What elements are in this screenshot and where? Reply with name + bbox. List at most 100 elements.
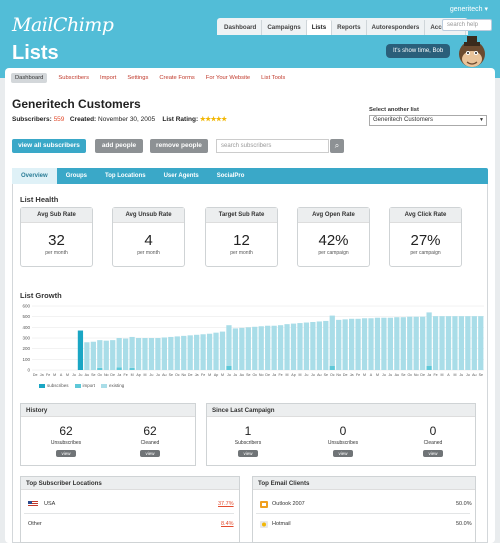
history-cleaned-value: 62 [143, 424, 157, 438]
list-health-title: List Health [20, 195, 59, 204]
x-tick-label: No [104, 373, 109, 377]
location-row-pct[interactable]: 37.7% [218, 501, 234, 507]
list-select[interactable]: Generitech Customers ▼ [369, 115, 487, 126]
bar-existing [336, 319, 342, 370]
nav-item-campaigns[interactable]: Campaigns [262, 20, 307, 35]
x-tick-label: Ju [234, 373, 238, 377]
bar-existing [458, 316, 465, 370]
bar-existing [381, 317, 387, 370]
legend-label: subscribes [47, 383, 69, 388]
rating-stars: ★★★★★ [199, 116, 227, 123]
legend-swatch [101, 383, 108, 388]
bar-existing [471, 316, 477, 370]
x-tick-label: M [53, 373, 56, 377]
chevron-down-icon: ▼ [479, 117, 484, 123]
nav-item-reports[interactable]: Reports [332, 20, 367, 35]
subnav-item-create-forms[interactable]: Create Forms [159, 75, 194, 81]
subscribers-label: Subscribers: [12, 116, 52, 123]
bar-import [329, 365, 335, 370]
x-tick-label: Ju [227, 373, 231, 377]
x-tick-label: M [144, 373, 147, 377]
history-cleaned-view-button[interactable]: view [140, 450, 160, 457]
bar-existing [174, 336, 180, 370]
since-subscribers-view-button[interactable]: view [238, 450, 258, 457]
tab-groups[interactable]: Groups [57, 168, 96, 184]
bar-existing [290, 323, 297, 370]
tab-user-agents[interactable]: User Agents [155, 168, 208, 184]
bar-existing [110, 340, 116, 370]
tab-overview[interactable]: Overview [12, 168, 57, 184]
outlook-icon [260, 501, 268, 508]
subnav-item-for-your-website[interactable]: For Your Website [206, 75, 250, 81]
remove-people-button[interactable]: remove people [150, 139, 208, 153]
bar-existing [445, 316, 452, 370]
bar-existing [135, 338, 142, 370]
x-tick-label: Ju [466, 373, 470, 377]
x-tick-label: De [110, 373, 115, 377]
legend-swatch [74, 383, 81, 388]
bar-existing [168, 336, 174, 370]
chevron-down-icon: ▾ [484, 6, 488, 13]
email-client-pct: 50.0% [456, 501, 472, 507]
bar-existing [187, 335, 193, 370]
y-tick-label: 300 [22, 336, 30, 341]
bar-existing [432, 316, 439, 370]
bar-existing [284, 324, 290, 370]
bar-existing [323, 320, 329, 370]
x-tick-label: Ju [79, 373, 83, 377]
x-tick-label: Ju [460, 373, 464, 377]
user-menu[interactable]: generitech ▾ [450, 5, 488, 13]
subnav-item-settings[interactable]: Settings [127, 75, 148, 81]
usa-flag-icon [28, 501, 38, 507]
history-unsubscribes-value: 62 [59, 424, 73, 438]
tab-top-locations[interactable]: Top Locations [96, 168, 155, 184]
search-subscribers-input[interactable]: search subscribers [216, 139, 329, 153]
location-row-pct[interactable]: 8.4% [221, 521, 234, 527]
bar-existing [277, 325, 284, 370]
subnav-item-list-tools[interactable]: List Tools [261, 75, 285, 81]
mailchimp-logo[interactable]: MailChimp [12, 14, 114, 36]
x-tick-label: Au [472, 373, 476, 377]
bar-existing [97, 340, 103, 368]
nav-item-dashboard[interactable]: Dashboard [219, 20, 263, 35]
help-search-input[interactable]: search help [442, 19, 492, 31]
x-tick-label: Ju [150, 373, 154, 377]
since-unsubscribes-view-button[interactable]: view [333, 450, 353, 457]
subnav-item-dashboard[interactable]: Dashboard [11, 72, 48, 83]
since-cleaned-view-button[interactable]: view [423, 450, 443, 457]
bar-existing [426, 312, 432, 366]
location-row-name: Other [28, 521, 42, 527]
x-tick-label: Oc [252, 373, 257, 377]
bar-existing [413, 316, 419, 370]
x-tick-label: M [376, 373, 379, 377]
nav-item-autoresponders[interactable]: Autoresponders [367, 20, 426, 35]
bar-existing [478, 316, 484, 370]
subnav-item-subscribers[interactable]: Subscribers [58, 75, 89, 81]
page-title: Lists [12, 42, 59, 64]
rating-label: List Rating: [162, 116, 199, 123]
search-icon[interactable]: ⌕ [330, 139, 344, 153]
x-tick-label: No [336, 373, 341, 377]
nav-item-lists[interactable]: Lists [306, 20, 333, 35]
x-tick-label: Ap [291, 373, 295, 377]
bar-existing [116, 338, 122, 368]
subnav-item-import[interactable]: Import [100, 75, 116, 81]
x-tick-label: M [363, 373, 366, 377]
x-tick-label: M [131, 373, 134, 377]
history-cleaned-stat: 62 Cleaned view [120, 424, 180, 457]
bar-existing [142, 338, 148, 370]
health-stat-unit: per campaign [318, 250, 349, 256]
history-cleaned-label: Cleaned [140, 440, 160, 446]
history-unsubscribes-view-button[interactable]: view [56, 450, 76, 457]
subscriber-count[interactable]: 559 [54, 116, 65, 123]
since-unsubscribes-stat: 0 Unsubscribes view [313, 424, 373, 457]
health-stat-value: 27% [410, 232, 441, 249]
view-all-subscribers-button[interactable]: view all subscribers [12, 139, 86, 153]
history-unsubscribes-stat: 62 Unsubscribes view [36, 424, 96, 457]
divider [256, 513, 470, 514]
x-tick-label: A [60, 373, 63, 377]
add-people-button[interactable]: add people [95, 139, 143, 153]
x-tick-label: Ja [350, 373, 354, 377]
tab-socialpro[interactable]: SocialPro [208, 168, 254, 184]
x-tick-label: No [259, 373, 264, 377]
